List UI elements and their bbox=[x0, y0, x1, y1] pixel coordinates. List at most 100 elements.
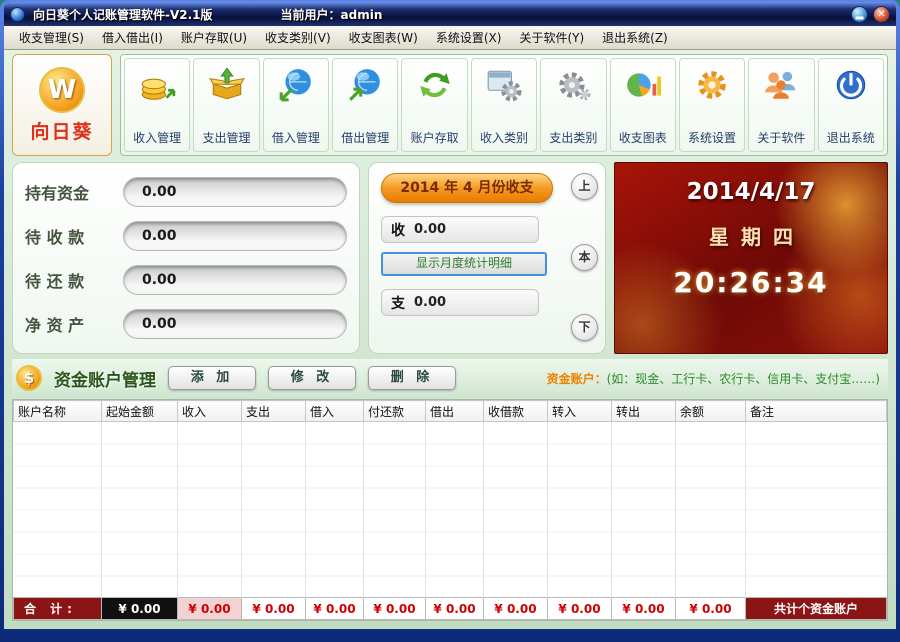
stat-payable-value: 0.00 bbox=[123, 265, 347, 295]
toolbar: 收入管理 支出管理 借入管理 借出管理 账户存取 bbox=[120, 54, 888, 156]
toolbar-lend-out[interactable]: 借出管理 bbox=[332, 58, 398, 152]
col-transfer-out[interactable]: 转出 bbox=[612, 401, 676, 422]
stat-net-assets: 净 资 产 0.00 bbox=[25, 309, 347, 339]
stat-payable: 待 还 款 0.00 bbox=[25, 265, 347, 295]
stat-holdings-label: 持有资金 bbox=[25, 180, 113, 204]
prev-month-button[interactable]: 上 bbox=[571, 173, 598, 200]
stat-receivable-label: 待 收 款 bbox=[25, 224, 113, 248]
col-start-amount[interactable]: 起始金额 bbox=[102, 401, 178, 422]
minimize-button[interactable]: ▂ bbox=[851, 6, 868, 23]
toolbar-borrow-in[interactable]: 借入管理 bbox=[263, 58, 329, 152]
toolbar-charts[interactable]: 收支图表 bbox=[610, 58, 676, 152]
pie-chart-icon bbox=[623, 66, 663, 108]
menu-item-settings[interactable]: 系统设置(X) bbox=[427, 26, 511, 49]
account-hint: 资金账户：(如：现金、工行卡、农行卡、信用卡、支付宝……) bbox=[547, 370, 884, 387]
app-logo: W 向日葵 bbox=[12, 54, 112, 156]
toolbar-charts-label: 收支图表 bbox=[619, 129, 667, 146]
clock-date: 2014/4/17 bbox=[615, 179, 887, 205]
add-account-button[interactable]: 添 加 bbox=[168, 366, 256, 390]
stat-net-assets-label: 净 资 产 bbox=[25, 312, 113, 336]
toolbar-lend-out-label: 借出管理 bbox=[341, 129, 389, 146]
toolbar-expense-category-label: 支出类别 bbox=[549, 129, 597, 146]
toolbar-account-access-label: 账户存取 bbox=[411, 129, 459, 146]
menu-item-transactions[interactable]: 收支管理(S) bbox=[10, 26, 93, 49]
toolbar-settings[interactable]: 系统设置 bbox=[679, 58, 745, 152]
title-bar: 向日葵个人记账管理软件-V2.1版 当前用户：admin ▂ ✕ bbox=[4, 2, 896, 26]
toolbar-exit-label: 退出系统 bbox=[827, 129, 875, 146]
stats-panel: 持有资金 0.00 待 收 款 0.00 待 还 款 0.00 净 资 产 0.… bbox=[12, 162, 360, 354]
month-nav: 上 本 下 bbox=[571, 173, 598, 341]
month-title-button[interactable]: 2014 年 4 月份收支 bbox=[381, 173, 553, 203]
col-transfer-in[interactable]: 转入 bbox=[548, 401, 612, 422]
menu-item-about[interactable]: 关于软件(Y) bbox=[510, 26, 593, 49]
table-total-row: 合 计: ¥ 0.00 ¥ 0.00 ¥ 0.00 ¥ 0.00 ¥ 0.00 … bbox=[14, 598, 887, 620]
window-title: 向日葵个人记账管理软件-V2.1版 bbox=[33, 6, 213, 23]
menu-item-borrow-lend[interactable]: 借入借出(I) bbox=[93, 26, 172, 49]
toolbar-about-label: 关于软件 bbox=[757, 129, 805, 146]
globe-out-icon bbox=[345, 66, 385, 108]
clock-panel: 2014/4/17 星期四 20:26:34 bbox=[614, 162, 888, 354]
col-collect[interactable]: 收借款 bbox=[484, 401, 548, 422]
col-lend-out[interactable]: 借出 bbox=[426, 401, 484, 422]
toolbar-borrow-in-label: 借入管理 bbox=[272, 129, 320, 146]
toolbar-about[interactable]: 关于软件 bbox=[748, 58, 814, 152]
show-monthly-detail-button[interactable]: 显示月度统计明细 bbox=[381, 252, 547, 276]
app-icon bbox=[10, 7, 25, 22]
stat-net-assets-value: 0.00 bbox=[123, 309, 347, 339]
menu-item-charts[interactable]: 收支图表(W) bbox=[340, 26, 427, 49]
total-balance: ¥ 0.00 bbox=[676, 598, 746, 620]
toolbar-exit[interactable]: 退出系统 bbox=[818, 58, 884, 152]
toolbar-settings-label: 系统设置 bbox=[688, 129, 736, 146]
account-section-title: 资金账户管理 bbox=[54, 366, 156, 391]
menu-item-account-access[interactable]: 账户存取(U) bbox=[172, 26, 256, 49]
total-lend-out: ¥ 0.00 bbox=[426, 598, 484, 620]
table-header-row: 账户名称 起始金额 收入 支出 借入 付还款 借出 收借款 转入 转出 余额 备… bbox=[14, 401, 887, 422]
clock-time: 20:26:34 bbox=[615, 266, 887, 299]
col-income[interactable]: 收入 bbox=[178, 401, 242, 422]
account-section-bar: $ 资金账户管理 添 加 修 改 删 除 资金账户：(如：现金、工行卡、农行卡、… bbox=[12, 359, 888, 397]
edit-account-button[interactable]: 修 改 bbox=[268, 366, 356, 390]
col-repay[interactable]: 付还款 bbox=[364, 401, 426, 422]
total-transfer-out: ¥ 0.00 bbox=[612, 598, 676, 620]
toolbar-account-access[interactable]: 账户存取 bbox=[401, 58, 467, 152]
table-empty-body[interactable] bbox=[14, 422, 887, 598]
current-month-button[interactable]: 本 bbox=[571, 244, 598, 271]
stat-receivable-value: 0.00 bbox=[123, 221, 347, 251]
col-remark[interactable]: 备注 bbox=[746, 401, 887, 422]
delete-account-button[interactable]: 删 除 bbox=[368, 366, 456, 390]
account-count-note: 共计个资金账户 bbox=[746, 598, 887, 620]
col-expense[interactable]: 支出 bbox=[242, 401, 306, 422]
income-tag: 收 bbox=[391, 220, 405, 240]
current-user-label: 当前用户：admin bbox=[281, 6, 383, 23]
toolbar-income[interactable]: 收入管理 bbox=[124, 58, 190, 152]
total-expense: ¥ 0.00 bbox=[242, 598, 306, 620]
close-button[interactable]: ✕ bbox=[873, 6, 890, 23]
expense-value: 0.00 bbox=[414, 295, 446, 310]
menu-item-categories[interactable]: 收支类别(V) bbox=[256, 26, 340, 49]
total-collect: ¥ 0.00 bbox=[484, 598, 548, 620]
col-account-name[interactable]: 账户名称 bbox=[14, 401, 102, 422]
gear-orange-icon bbox=[692, 66, 732, 108]
col-balance[interactable]: 余额 bbox=[676, 401, 746, 422]
users-icon bbox=[761, 66, 801, 108]
menu-item-exit[interactable]: 退出系统(Z) bbox=[593, 26, 677, 49]
expense-field: 支 0.00 bbox=[381, 289, 539, 316]
window-gear-icon bbox=[484, 66, 524, 108]
total-transfer-in: ¥ 0.00 bbox=[548, 598, 612, 620]
gear-gray-icon bbox=[553, 66, 593, 108]
toolbar-income-category-label: 收入类别 bbox=[480, 129, 528, 146]
col-borrow-in[interactable]: 借入 bbox=[306, 401, 364, 422]
toolbar-income-label: 收入管理 bbox=[133, 129, 181, 146]
logo-name: 向日葵 bbox=[30, 117, 93, 144]
menu-bar: 收支管理(S) 借入借出(I) 账户存取(U) 收支类别(V) 收支图表(W) … bbox=[4, 26, 896, 50]
toolbar-expense[interactable]: 支出管理 bbox=[193, 58, 259, 152]
clock-weekday: 星期四 bbox=[615, 221, 887, 250]
dollar-coin-icon: $ bbox=[16, 365, 42, 391]
toolbar-expense-category[interactable]: 支出类别 bbox=[540, 58, 606, 152]
next-month-button[interactable]: 下 bbox=[571, 314, 598, 341]
stat-payable-label: 待 还 款 bbox=[25, 268, 113, 292]
total-income: ¥ 0.00 bbox=[178, 598, 242, 620]
toolbar-income-category[interactable]: 收入类别 bbox=[471, 58, 537, 152]
coins-icon bbox=[137, 66, 177, 108]
income-value: 0.00 bbox=[414, 222, 446, 237]
